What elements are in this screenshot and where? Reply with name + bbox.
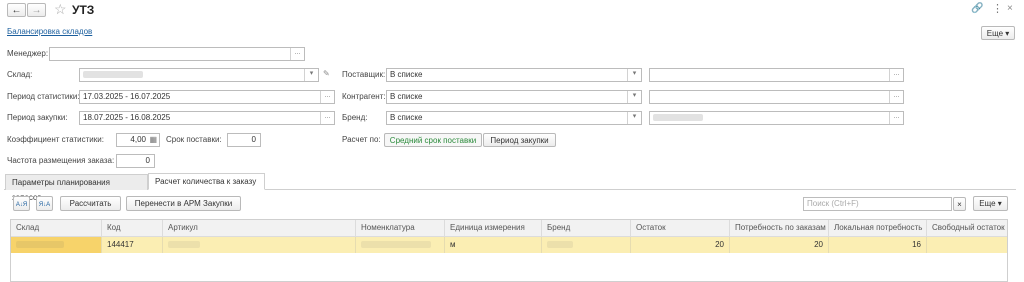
more-vertical-icon[interactable]: ⋮: [992, 2, 1003, 15]
calculate-button[interactable]: Рассчитать: [60, 196, 121, 211]
cell-local-need[interactable]: 16: [829, 237, 927, 253]
cell-brand[interactable]: [542, 237, 631, 253]
data-table: Склад Код Артикул Номенклатура Единица и…: [10, 219, 1008, 282]
stat-period-field[interactable]: 17.03.2025 - 16.07.2025 ...: [79, 90, 335, 104]
counterparty-dropdown-button[interactable]: ▾: [627, 91, 641, 103]
order-frequency-label: Частота размещения заказа:: [7, 156, 115, 165]
table-header: Склад Код Артикул Номенклатура Единица и…: [11, 220, 1007, 237]
counterparty-list-select-button[interactable]: ...: [889, 91, 903, 103]
brand-field[interactable]: В списке ▾: [386, 111, 642, 125]
link-icon[interactable]: 🔗: [971, 3, 983, 14]
col-header-brand[interactable]: Бренд: [542, 220, 631, 236]
warehouse-label: Склад:: [7, 70, 33, 79]
purchase-period-label: Период закупки:: [7, 113, 68, 122]
clear-icon: ×: [957, 200, 962, 209]
cell-order-need[interactable]: 20: [730, 237, 829, 253]
forward-button[interactable]: →: [27, 3, 46, 17]
cell-nomenclature[interactable]: [356, 237, 445, 253]
supplier-field[interactable]: В списке ▾: [386, 68, 642, 82]
sort-asc-button[interactable]: А↓Я: [13, 196, 30, 211]
article-value: [168, 241, 200, 249]
arrow-right-icon: →: [31, 5, 42, 16]
cell-code[interactable]: 144417: [102, 237, 163, 253]
brand-dropdown-button[interactable]: ▾: [627, 112, 641, 124]
warehouse-dropdown-button[interactable]: ▾: [304, 69, 318, 81]
col-header-article[interactable]: Артикул: [163, 220, 356, 236]
counterparty-field[interactable]: В списке ▾: [386, 90, 642, 104]
col-header-nomenclature[interactable]: Номенклатура: [356, 220, 445, 236]
brand-label: Бренд:: [342, 113, 368, 122]
stat-period-label: Период статистики:: [7, 92, 80, 101]
calc-by-option-purchase-period[interactable]: Период закупки: [483, 133, 556, 147]
supplier-list-field[interactable]: ...: [649, 68, 904, 82]
cell-unit[interactable]: м: [445, 237, 542, 253]
stat-coef-label: Коэффициент статистики:: [7, 135, 104, 144]
col-header-order-need[interactable]: Потребность по заказам: [730, 220, 829, 236]
back-button[interactable]: ←: [7, 3, 26, 17]
col-header-code[interactable]: Код: [102, 220, 163, 236]
more-button-table[interactable]: Еще ▾: [973, 196, 1008, 211]
warehouse-value: [83, 71, 143, 79]
sort-asc-icon: А↓Я: [15, 202, 28, 208]
star-icon[interactable]: ☆: [54, 1, 67, 17]
delivery-term-label: Срок поставки:: [166, 135, 222, 144]
calc-by-option-avg-delivery[interactable]: Средний срок поставки: [384, 133, 482, 147]
manager-label: Менеджер:: [7, 49, 49, 58]
cell-article[interactable]: [163, 237, 356, 253]
transfer-button[interactable]: Перенести в АРМ Закупки: [126, 196, 241, 211]
cell-free-stock[interactable]: [927, 237, 1007, 253]
counterparty-label: Контрагент:: [342, 92, 386, 101]
supplier-list-select-button[interactable]: ...: [889, 69, 903, 81]
calendar-icon[interactable]: ▦: [149, 134, 157, 146]
tab-planning-params[interactable]: Параметры планирования запасов: [5, 174, 148, 202]
cell-stock[interactable]: 20: [631, 237, 730, 253]
col-header-local-need[interactable]: Локальная потребность: [829, 220, 927, 236]
manager-select-button[interactable]: ...: [290, 48, 304, 60]
calc-by-label: Расчет по:: [342, 135, 381, 144]
sort-desc-button[interactable]: Я↓А: [36, 196, 53, 211]
col-header-sklad[interactable]: Склад: [11, 220, 102, 236]
nomenclature-value: [361, 241, 431, 249]
sklad-value: [16, 241, 64, 249]
tab-order-calc[interactable]: Расчет количества к заказу: [148, 173, 265, 190]
brand-list-value: [653, 114, 703, 122]
brand-list-field[interactable]: ...: [649, 111, 904, 125]
page-title: УТЗ: [72, 3, 95, 17]
open-icon[interactable]: ✎: [323, 68, 330, 80]
delivery-term-field[interactable]: 0: [227, 133, 261, 147]
balance-link[interactable]: Балансировка складов: [7, 27, 92, 37]
brand-value: [547, 241, 573, 249]
col-header-unit[interactable]: Единица измерения: [445, 220, 542, 236]
col-header-stock[interactable]: Остаток: [631, 220, 730, 236]
brand-list-select-button[interactable]: ...: [889, 112, 903, 124]
purchase-period-field[interactable]: 18.07.2025 - 16.08.2025 ...: [79, 111, 335, 125]
search-clear-button[interactable]: ×: [953, 197, 966, 211]
supplier-dropdown-button[interactable]: ▾: [627, 69, 641, 81]
arrow-left-icon: ←: [11, 5, 22, 16]
counterparty-list-field[interactable]: ...: [649, 90, 904, 104]
table-row[interactable]: 144417 м 20 20 16: [11, 237, 1007, 253]
stat-coef-field[interactable]: 4,00 ▦: [116, 133, 160, 147]
purchase-period-select-button[interactable]: ...: [320, 112, 334, 124]
col-header-free-stock[interactable]: Свободный остаток: [927, 220, 1007, 236]
sort-desc-icon: Я↓А: [38, 202, 51, 208]
supplier-label: Поставщик:: [342, 70, 386, 79]
search-input[interactable]: Поиск (Ctrl+F): [803, 197, 952, 211]
order-frequency-field[interactable]: 0: [116, 154, 155, 168]
more-button-top[interactable]: Еще ▾: [981, 26, 1015, 40]
close-icon[interactable]: ×: [1007, 3, 1013, 14]
stat-period-select-button[interactable]: ...: [320, 91, 334, 103]
cell-sklad[interactable]: [11, 237, 102, 253]
warehouse-field[interactable]: ▾: [79, 68, 319, 82]
manager-field[interactable]: ...: [49, 47, 305, 61]
